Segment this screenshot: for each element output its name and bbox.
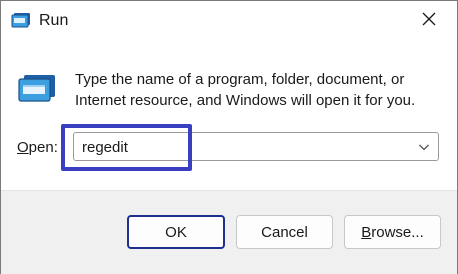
highlight-box <box>61 124 192 171</box>
open-label-text: pen: <box>28 139 58 156</box>
run-app-icon <box>11 11 31 29</box>
close-button[interactable] <box>409 5 449 37</box>
run-large-icon <box>17 73 57 105</box>
window-title: Run <box>39 12 69 29</box>
open-label: Open: <box>17 139 58 156</box>
browse-accelerator: B <box>361 223 372 241</box>
open-label-accelerator: O <box>17 139 29 156</box>
browse-label: rowse... <box>371 223 424 241</box>
title-bar: Run <box>1 1 457 41</box>
dialog-description: Type the name of a program, folder, docu… <box>75 71 416 109</box>
ok-button[interactable]: OK <box>127 215 225 249</box>
close-icon <box>422 12 436 31</box>
cancel-button[interactable]: Cancel <box>236 215 333 249</box>
button-bar: OK Cancel Browse... <box>1 190 457 274</box>
run-dialog: Run Type the name of a program, folder, … <box>0 0 458 274</box>
browse-button[interactable]: Browse... <box>344 215 441 249</box>
chevron-down-icon[interactable] <box>416 139 432 155</box>
